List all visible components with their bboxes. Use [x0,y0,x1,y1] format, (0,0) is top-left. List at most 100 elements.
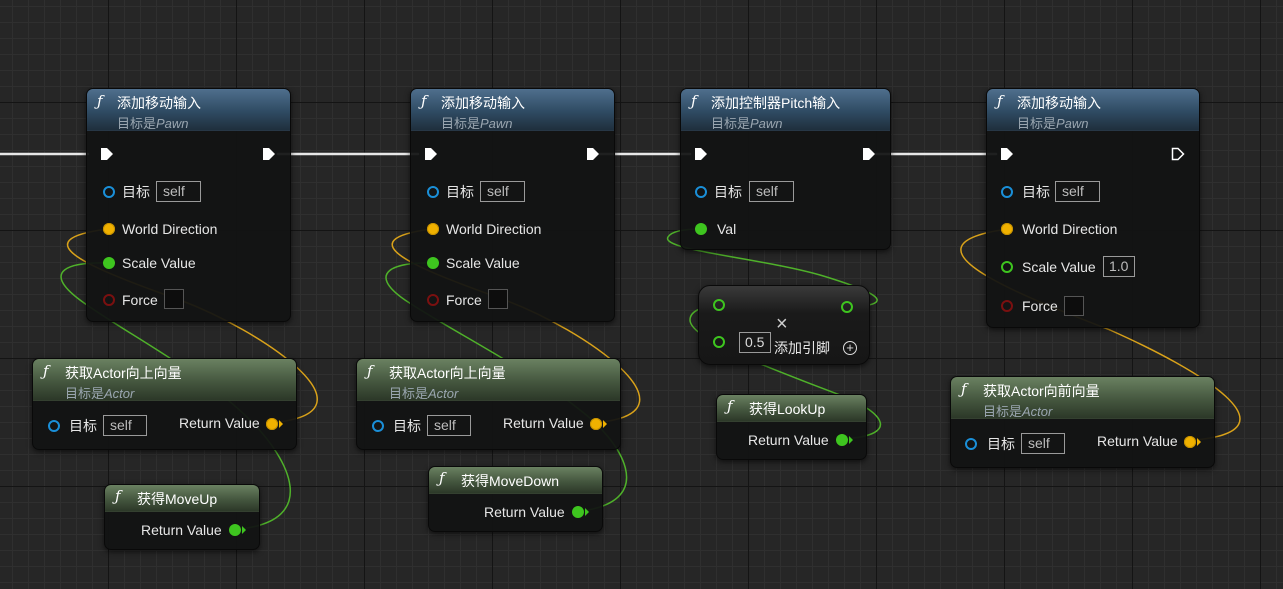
function-icon: ƒ [421,92,427,110]
scale-value-pin[interactable] [1001,261,1013,273]
get-actor-up-vector-node-1[interactable]: ƒ 获取Actor向上向量 目标是Actor 目标 self Return Va… [32,358,297,450]
scale-value-pin[interactable] [103,257,115,269]
multiply-node[interactable]: × 0.5 添加引脚 + [698,285,870,365]
node-header: ƒ 获得MoveDown [429,467,602,494]
add-movement-input-node-2[interactable]: ƒ 添加移动输入 目标是Pawn 目标 self World Direction… [410,88,615,322]
node-header: ƒ 获取Actor向上向量 目标是Actor [357,359,620,401]
target-label: 目标 [714,184,742,200]
return-value-label: Return Value [179,415,260,431]
world-direction-pin[interactable] [103,223,115,235]
target-self-field[interactable]: self [749,181,794,202]
target-label: 目标 [987,436,1015,452]
return-value-pin[interactable] [266,418,278,430]
target-label: 目标 [122,184,150,200]
node-header: ƒ 添加移动输入 目标是Pawn [411,89,614,131]
node-subtitle: 目标是Actor [65,386,135,401]
node-title: 获得MoveUp [137,491,218,507]
world-direction-label: World Direction [1022,221,1118,237]
node-title: 获得MoveDown [461,473,560,489]
force-checkbox[interactable] [1064,296,1084,316]
node-header: ƒ 添加移动输入 目标是Pawn [987,89,1199,131]
node-title: 获取Actor向上向量 [65,365,182,381]
force-checkbox[interactable] [488,289,508,309]
force-checkbox[interactable] [164,289,184,309]
exec-out-pin[interactable] [586,147,600,161]
pin-arrow-icon [279,420,283,428]
exec-in-pin[interactable] [424,147,438,161]
return-value-pin[interactable] [229,524,241,536]
add-movement-input-node-1[interactable]: ƒ 添加移动输入 目标是Pawn 目标 self World Direction… [86,88,291,322]
scale-value-field[interactable]: 1.0 [1103,256,1135,277]
return-value-label: Return Value [484,504,565,520]
node-header: ƒ 添加移动输入 目标是Pawn [87,89,290,131]
exec-out-pin[interactable] [862,147,876,161]
get-moveup-node[interactable]: ƒ 获得MoveUp Return Value [104,484,260,550]
add-pin-icon[interactable]: + [843,341,857,355]
node-subtitle: 目标是Pawn [711,116,783,131]
target-self-field[interactable]: self [1021,433,1065,454]
return-value-pin[interactable] [1184,436,1196,448]
exec-in-pin[interactable] [1000,147,1014,161]
return-value-pin[interactable] [836,434,848,446]
world-direction-label: World Direction [122,221,218,237]
return-value-pin[interactable] [572,506,584,518]
node-header: ƒ 获得LookUp [717,395,866,422]
return-value-label: Return Value [1097,433,1178,449]
operand-field[interactable]: 0.5 [739,332,771,353]
node-title: 添加控制器Pitch输入 [711,95,841,111]
node-title: 添加移动输入 [441,95,525,111]
get-lookup-node[interactable]: ƒ 获得LookUp Return Value [716,394,867,460]
add-movement-input-node-3[interactable]: ƒ 添加移动输入 目标是Pawn 目标 self World Direction… [986,88,1200,328]
node-header: ƒ 获取Actor向前向量 目标是Actor [951,377,1214,419]
node-title: 添加移动输入 [1017,95,1101,111]
force-label: Force [446,292,482,308]
output-pin[interactable] [841,301,853,313]
exec-in-pin[interactable] [694,147,708,161]
scale-value-label: Scale Value [122,255,196,271]
target-self-field[interactable]: self [1055,181,1100,202]
get-actor-forward-vector-node[interactable]: ƒ 获取Actor向前向量 目标是Actor 目标 self Return Va… [950,376,1215,468]
force-pin[interactable] [427,294,439,306]
target-self-field[interactable]: self [103,415,147,436]
get-actor-up-vector-node-2[interactable]: ƒ 获取Actor向上向量 目标是Actor 目标 self Return Va… [356,358,621,450]
node-header: ƒ 获取Actor向上向量 目标是Actor [33,359,296,401]
target-pin[interactable] [427,186,439,198]
target-pin[interactable] [965,438,977,450]
function-icon: ƒ [439,469,445,487]
world-direction-pin[interactable] [1001,223,1013,235]
target-pin[interactable] [48,420,60,432]
world-direction-label: World Direction [446,221,542,237]
input-a-pin[interactable] [713,299,725,311]
val-pin[interactable] [695,223,707,235]
exec-in-pin[interactable] [100,147,114,161]
target-self-field[interactable]: self [480,181,525,202]
force-pin[interactable] [1001,300,1013,312]
target-pin[interactable] [1001,186,1013,198]
exec-out-pin[interactable] [1171,147,1185,161]
add-controller-pitch-input-node[interactable]: ƒ 添加控制器Pitch输入 目标是Pawn 目标 self Val [680,88,891,250]
function-icon: ƒ [115,487,121,505]
add-pin-label[interactable]: 添加引脚 [774,340,830,356]
val-label: Val [717,221,737,237]
exec-out-pin[interactable] [262,147,276,161]
pin-arrow-icon [1197,438,1201,446]
scale-value-pin[interactable] [427,257,439,269]
force-label: Force [122,292,158,308]
target-self-field[interactable]: self [427,415,471,436]
pin-arrow-icon [849,436,853,444]
multiply-icon: × [776,313,788,335]
target-label: 目标 [69,418,97,434]
input-b-pin[interactable] [713,336,725,348]
target-pin[interactable] [103,186,115,198]
target-pin[interactable] [695,186,707,198]
force-pin[interactable] [103,294,115,306]
target-self-field[interactable]: self [156,181,201,202]
return-value-label: Return Value [503,415,584,431]
get-movedown-node[interactable]: ƒ 获得MoveDown Return Value [428,466,603,532]
node-title: 获得LookUp [749,401,826,417]
pin-arrow-icon [585,508,589,516]
return-value-label: Return Value [141,522,222,538]
return-value-pin[interactable] [590,418,602,430]
target-pin[interactable] [372,420,384,432]
world-direction-pin[interactable] [427,223,439,235]
